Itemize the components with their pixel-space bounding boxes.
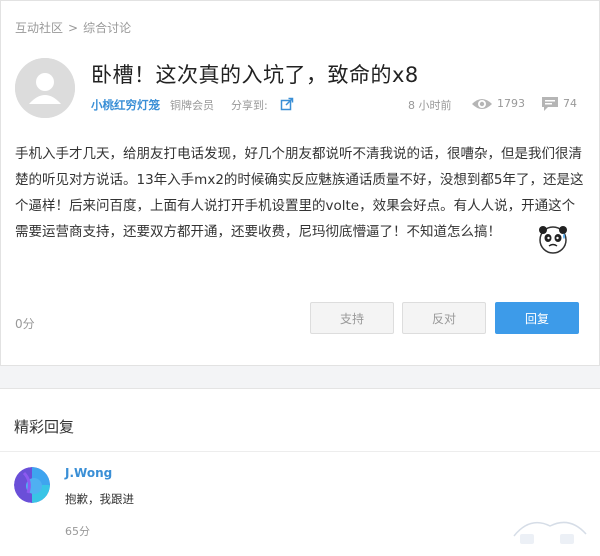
default-user-avatar-icon xyxy=(15,58,75,118)
user-avatar-icon xyxy=(14,467,50,503)
breadcrumb-section[interactable]: 综合讨论 xyxy=(83,21,131,35)
oppose-button[interactable]: 反对 xyxy=(402,302,486,334)
author-avatar[interactable] xyxy=(15,58,75,118)
view-count: 1793 xyxy=(497,97,525,110)
post-content: 手机入手才几天，给朋友打电话发现，好几个朋友都说听不清我说的话，很嘈杂，但是我们… xyxy=(15,146,584,240)
post-title: 卧槽！这次真的入坑了，致命的x8 xyxy=(91,63,419,87)
author-name[interactable]: 小桃红穷灯笼 xyxy=(91,97,160,113)
breadcrumb-separator: > xyxy=(68,21,79,35)
reply-button[interactable]: 回复 xyxy=(495,302,579,334)
divider xyxy=(0,451,600,452)
reply-score: 65分 xyxy=(65,525,90,538)
reply-count: 74 xyxy=(563,97,577,110)
comment-icon xyxy=(542,97,558,111)
breadcrumb: 互动社区 > 综合讨论 xyxy=(15,19,131,36)
member-level: 铜牌会员 xyxy=(170,99,214,112)
reply-avatar[interactable] xyxy=(14,467,50,503)
eye-icon xyxy=(472,99,492,109)
post-time: 8 小时前 xyxy=(408,99,452,112)
section-title: 精彩回复 xyxy=(14,418,75,436)
post-meta: 小桃红穷灯笼 铜牌会员 分享到: 8 小时前 1793 74 xyxy=(91,97,579,113)
post-card: 互动社区 > 综合讨论 卧槽！这次真的入坑了，致命的x8 小桃红穷灯笼 铜牌会员 分… xyxy=(0,0,600,366)
post-score: 0分 xyxy=(15,317,35,331)
reply-text: 抱歉，我跟进 xyxy=(65,492,134,506)
share-icon[interactable] xyxy=(280,97,294,111)
share-label: 分享到: xyxy=(231,99,268,112)
support-button[interactable]: 支持 xyxy=(310,302,394,334)
breadcrumb-home[interactable]: 互动社区 xyxy=(15,21,63,35)
sweating-panda-emoji-icon xyxy=(539,226,567,254)
reply-author[interactable]: J.Wong xyxy=(65,466,112,480)
site-watermark-logo xyxy=(510,518,590,546)
